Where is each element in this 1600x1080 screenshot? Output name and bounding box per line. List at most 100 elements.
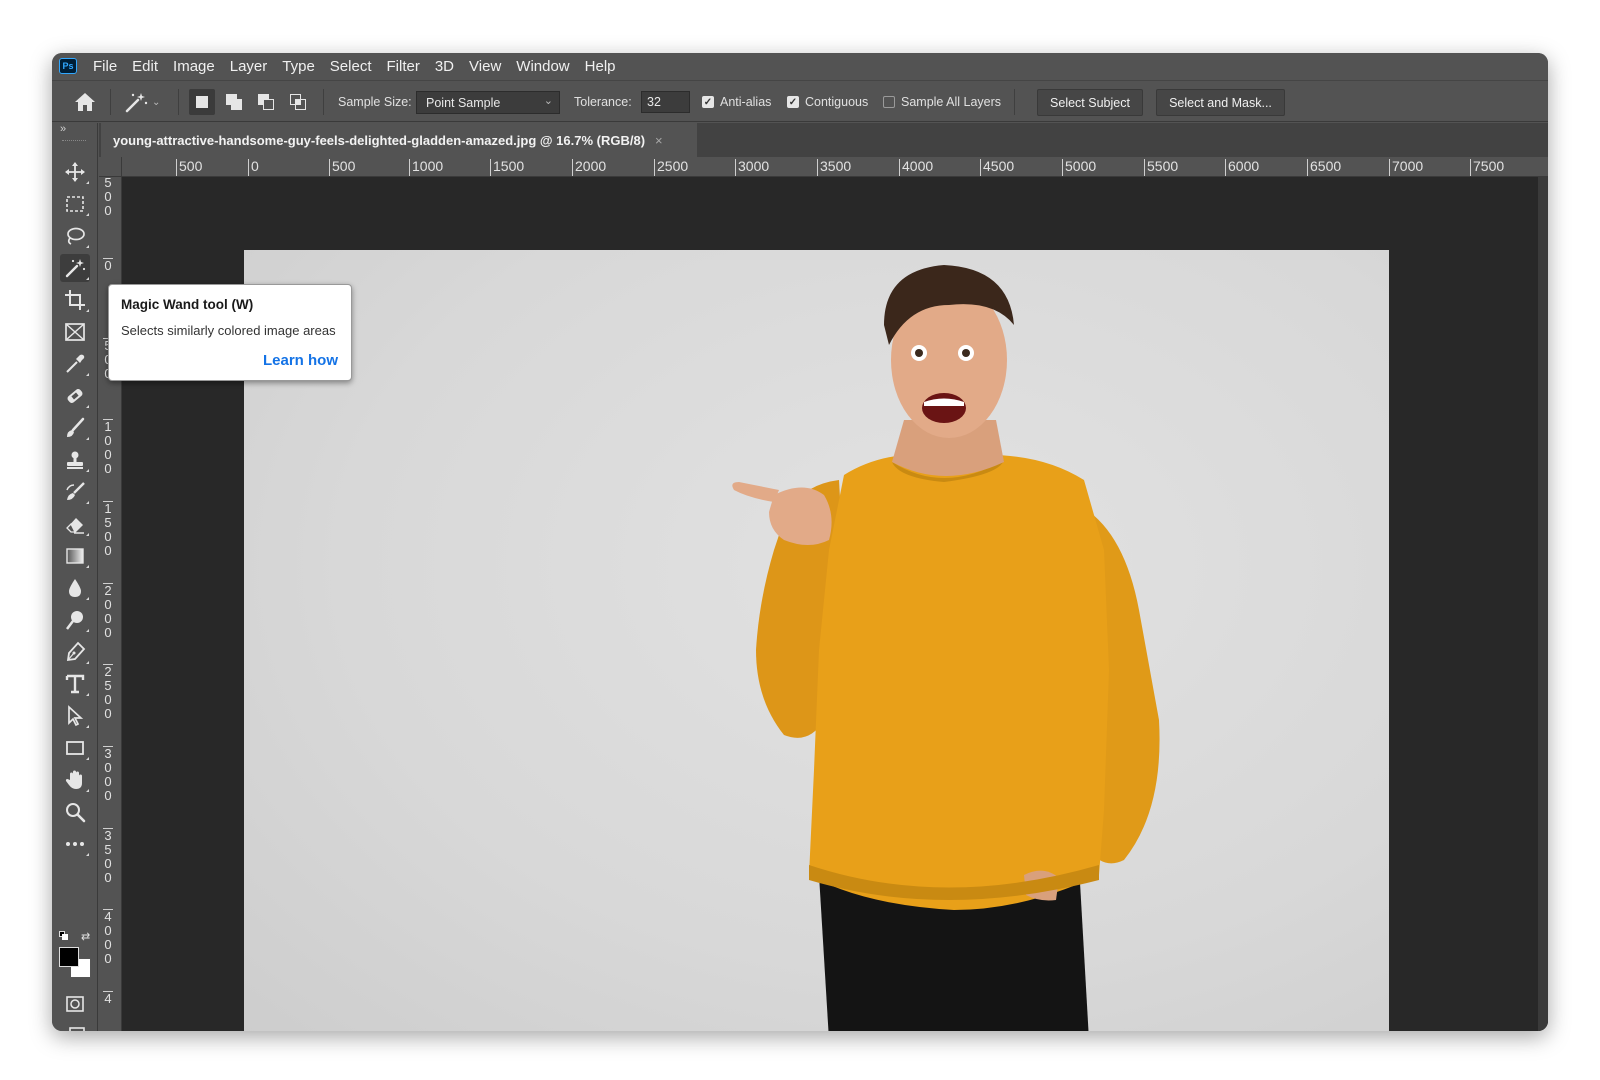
rectangle-tool[interactable] (60, 734, 90, 762)
checkbox-checked-icon: ✓ (787, 96, 799, 108)
vertical-scrollbar[interactable] (1538, 177, 1548, 1031)
document-title: young-attractive-handsome-guy-feels-deli… (113, 132, 646, 148)
swap-colors-icon[interactable]: ⇄ (81, 930, 90, 943)
menu-window[interactable]: Window (516, 58, 569, 75)
checkbox-unchecked-icon (883, 96, 895, 108)
add-to-selection-button[interactable] (221, 89, 247, 115)
pen-tool[interactable] (60, 638, 90, 666)
brush-tool[interactable] (60, 414, 90, 442)
dodge-tool[interactable] (60, 606, 90, 634)
sample-all-layers-checkbox[interactable]: Sample All Layers (883, 81, 1001, 123)
collapse-panel-icon[interactable]: » (60, 123, 66, 135)
ruler-label: 1500 (490, 159, 524, 176)
move-tool[interactable] (60, 158, 90, 186)
magic-wand-icon (125, 93, 148, 113)
photo-image[interactable] (244, 250, 1389, 1031)
tool-preset-picker[interactable]: ⌄ (124, 81, 160, 123)
sample-size-value: Point Sample (426, 95, 501, 110)
tools-panel: » ⇄ (52, 123, 98, 1031)
zoom-icon (66, 803, 86, 823)
menu-layer[interactable]: Layer (230, 58, 268, 75)
eyedropper-tool[interactable] (60, 350, 90, 378)
contiguous-checkbox[interactable]: ✓ Contiguous (787, 81, 868, 123)
pen-icon (66, 641, 86, 662)
crop-tool[interactable] (60, 286, 90, 314)
tolerance-input[interactable]: 32 (641, 91, 690, 113)
crop-icon (65, 290, 85, 310)
menu-type[interactable]: Type (282, 58, 315, 75)
options-separator (178, 89, 179, 115)
ruler-label: 2000 (572, 159, 606, 176)
menu-bar: Ps File Edit Image Layer Type Select Fil… (52, 53, 1548, 79)
screen-mode-button[interactable] (60, 1022, 90, 1031)
menu-help[interactable]: Help (585, 58, 616, 75)
ruler-label: 0 (103, 258, 113, 273)
ruler-label: 4 (103, 991, 113, 1006)
ruler-label: 1000 (103, 419, 113, 476)
new-selection-button[interactable] (189, 89, 215, 115)
brush-icon (67, 417, 85, 437)
subtract-from-selection-button[interactable] (253, 89, 279, 115)
menu-image[interactable]: Image (173, 58, 215, 75)
quick-mask-icon (66, 996, 84, 1012)
type-icon (65, 674, 85, 694)
anti-alias-label: Anti-alias (720, 95, 772, 109)
edit-toolbar-button[interactable] (60, 830, 90, 858)
photoshop-logo-icon: Ps (59, 58, 77, 74)
menu-edit[interactable]: Edit (132, 58, 158, 75)
magic-wand-tool[interactable] (60, 254, 90, 282)
learn-how-link[interactable]: Learn how (263, 352, 338, 369)
menu-select[interactable]: Select (330, 58, 372, 75)
close-icon[interactable]: × (655, 133, 663, 148)
chevron-down-icon: ⌄ (152, 96, 161, 108)
eraser-tool[interactable] (60, 510, 90, 538)
ruler-label: 3500 (817, 159, 851, 176)
type-tool[interactable] (60, 670, 90, 698)
tooltip-title: Magic Wand tool (W) (121, 297, 254, 312)
menu-3d[interactable]: 3D (435, 58, 454, 75)
ruler-label: 6000 (1225, 159, 1259, 176)
sample-size-select[interactable]: Point Sample ⌄ (416, 91, 560, 114)
ruler-label: 1500 (103, 501, 113, 558)
anti-alias-checkbox[interactable]: ✓ Anti-alias (702, 81, 771, 123)
move-icon (65, 162, 85, 182)
ruler-label: 2500 (654, 159, 688, 176)
history-brush-tool[interactable] (60, 478, 90, 506)
select-and-mask-button[interactable]: Select and Mask... (1156, 89, 1285, 116)
healing-brush-tool[interactable] (60, 382, 90, 410)
ruler-label: 7500 (1470, 159, 1504, 176)
panel-grip[interactable] (62, 140, 86, 142)
clone-stamp-tool[interactable] (60, 446, 90, 474)
menu-filter[interactable]: Filter (387, 58, 420, 75)
path-selection-tool[interactable] (60, 702, 90, 730)
checkbox-checked-icon: ✓ (702, 96, 714, 108)
gradient-tool[interactable] (60, 542, 90, 570)
quick-mask-button[interactable] (60, 990, 90, 1018)
ruler-label: 2500 (103, 664, 113, 721)
ruler-label: 3000 (103, 746, 113, 803)
frame-tool[interactable] (60, 318, 90, 346)
document-tab[interactable]: young-attractive-handsome-guy-feels-deli… (101, 123, 697, 157)
chevron-down-icon: ⌄ (543, 95, 553, 107)
dodge-icon (66, 611, 83, 630)
menu-view[interactable]: View (469, 58, 501, 75)
frame-icon (65, 323, 85, 341)
select-subject-button[interactable]: Select Subject (1037, 89, 1143, 116)
zoom-tool[interactable] (60, 798, 90, 826)
ruler-label: 0 (248, 159, 259, 176)
ruler-label: 7000 (1389, 159, 1423, 176)
ruler-origin[interactable] (99, 157, 122, 177)
sample-size-label: Sample Size: (338, 95, 412, 109)
foreground-color-swatch[interactable] (59, 947, 79, 967)
menu-file[interactable]: File (93, 58, 117, 75)
horizontal-ruler[interactable]: 500 0 500 1000 1500 2000 2500 3000 3500 … (122, 157, 1548, 177)
hand-tool[interactable] (60, 766, 90, 794)
blur-tool[interactable] (60, 574, 90, 602)
intersect-selection-button[interactable] (285, 89, 311, 115)
home-button[interactable] (74, 81, 96, 123)
history-brush-icon (66, 482, 85, 500)
lasso-tool[interactable] (60, 222, 90, 250)
default-colors-icon[interactable] (59, 931, 68, 940)
rectangular-marquee-icon (66, 196, 84, 212)
marquee-tool[interactable] (60, 190, 90, 218)
